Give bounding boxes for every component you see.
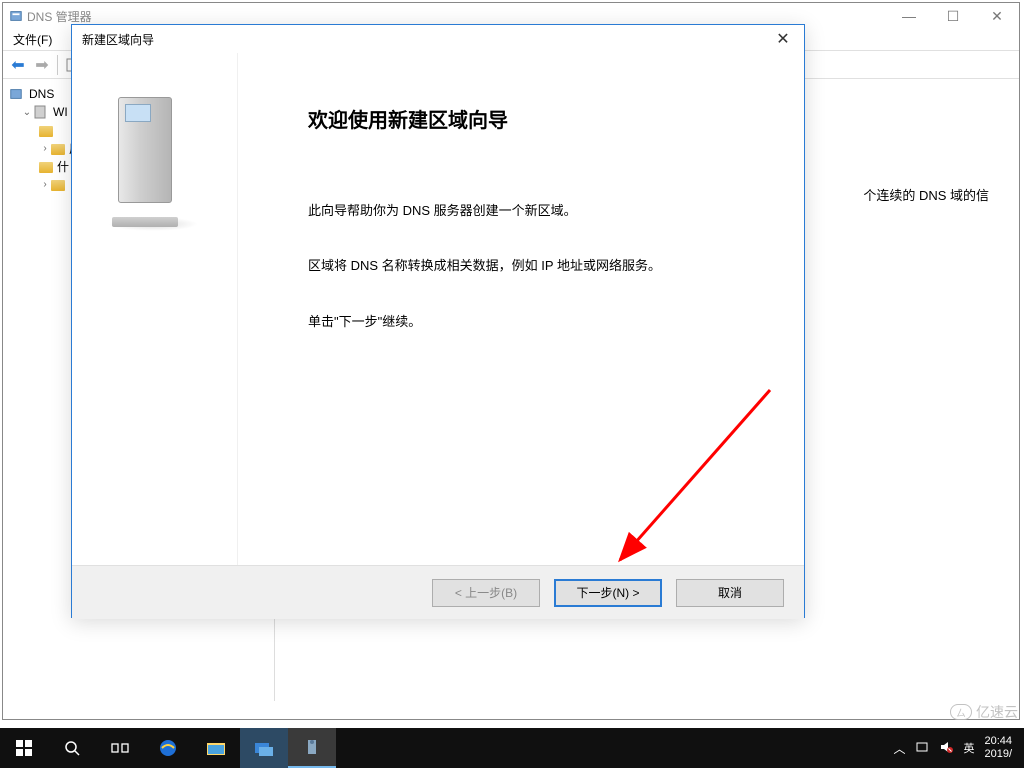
- watermark-icon: ㄙ: [950, 704, 972, 720]
- expand-icon[interactable]: ⌄: [21, 107, 33, 118]
- wizard-content: 欢迎使用新建区域向导 此向导帮助你为 DNS 服务器创建一个新区域。 区域将 D…: [238, 53, 804, 565]
- wizard-heading: 欢迎使用新建区域向导: [308, 103, 764, 139]
- folder-icon: [51, 144, 65, 155]
- ime-indicator[interactable]: 英: [963, 740, 974, 756]
- tree-label: DNS: [29, 87, 54, 101]
- back-button: < 上一步(B): [432, 579, 540, 607]
- server-illustration: [118, 97, 192, 227]
- system-tray: ︿ 英 20:44 2019/: [893, 735, 1024, 761]
- wizard-text: 单击"下一步"继续。: [308, 310, 764, 333]
- taskbar-app-active[interactable]: [240, 728, 288, 768]
- clock[interactable]: 20:44 2019/: [984, 735, 1012, 761]
- nav-forward-icon[interactable]: ➡: [31, 54, 53, 76]
- ie-icon[interactable]: [144, 728, 192, 768]
- folder-icon: [51, 180, 65, 191]
- date: 2019/: [984, 748, 1012, 761]
- tree-label: WI: [53, 105, 68, 119]
- maximize-button[interactable]: ☐: [931, 3, 975, 29]
- wizard-close-button[interactable]: ✕: [762, 25, 804, 53]
- expand-icon[interactable]: ›: [39, 179, 51, 190]
- network-icon[interactable]: [915, 740, 929, 757]
- folder-icon: [39, 126, 53, 137]
- search-icon[interactable]: [48, 728, 96, 768]
- folder-icon: [39, 162, 53, 173]
- wizard-titlebar[interactable]: 新建区域向导 ✕: [72, 25, 804, 53]
- dns-app-icon: [9, 9, 23, 23]
- taskview-icon[interactable]: [96, 728, 144, 768]
- volume-icon[interactable]: [939, 740, 953, 757]
- dns-manager-taskbar-icon[interactable]: [288, 728, 336, 768]
- content-text: 个连续的 DNS 域的信: [863, 185, 989, 204]
- wizard-title: 新建区域向导: [82, 31, 154, 48]
- separator: [57, 55, 58, 75]
- next-button[interactable]: 下一步(N) >: [554, 579, 662, 607]
- dns-icon: [9, 87, 25, 101]
- explorer-icon[interactable]: [192, 728, 240, 768]
- cancel-button[interactable]: 取消: [676, 579, 784, 607]
- watermark-text: 亿速云: [976, 702, 1018, 722]
- start-button[interactable]: [0, 728, 48, 768]
- watermark: ㄙ 亿速云: [950, 702, 1018, 722]
- nav-back-icon[interactable]: ⬅: [7, 54, 29, 76]
- main-title: DNS 管理器: [27, 8, 92, 25]
- close-button[interactable]: ✕: [975, 3, 1019, 29]
- wizard-text: 此向导帮助你为 DNS 服务器创建一个新区域。: [308, 199, 764, 222]
- tray-chevron-icon[interactable]: ︿: [893, 740, 905, 757]
- server-icon: [33, 105, 49, 119]
- new-zone-wizard-dialog: 新建区域向导 ✕ 欢迎使用新建区域向导 此向导帮助你为 DNS 服务器创建一个新…: [71, 24, 805, 618]
- wizard-text: 区域将 DNS 名称转换成相关数据，例如 IP 地址或网络服务。: [308, 254, 764, 277]
- tree-label: 什: [57, 158, 69, 175]
- time: 20:44: [984, 735, 1012, 748]
- file-menu[interactable]: 文件(F): [13, 31, 52, 48]
- wizard-sidebar: [72, 53, 238, 565]
- minimize-button[interactable]: —: [887, 3, 931, 29]
- wizard-footer: < 上一步(B) 下一步(N) > 取消: [72, 565, 804, 619]
- taskbar: ︿ 英 20:44 2019/: [0, 728, 1024, 768]
- expand-icon[interactable]: ›: [39, 143, 51, 154]
- wizard-body: 欢迎使用新建区域向导 此向导帮助你为 DNS 服务器创建一个新区域。 区域将 D…: [72, 53, 804, 565]
